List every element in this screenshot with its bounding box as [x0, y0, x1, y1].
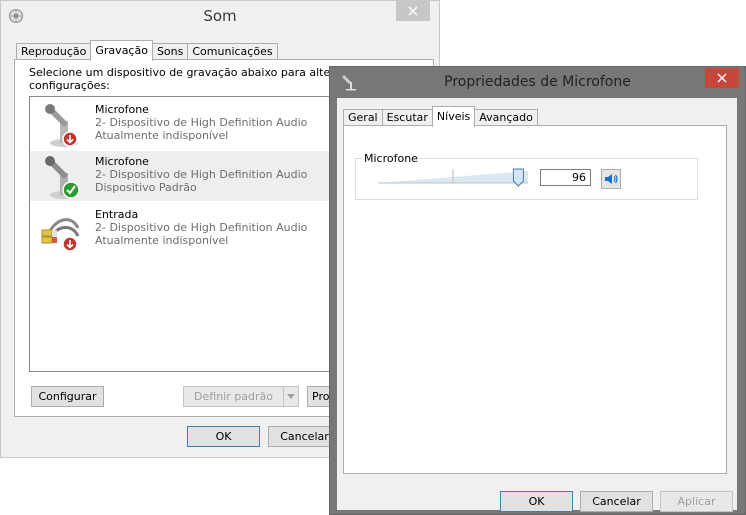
instruction-text: Selecione um dispositivo de gravação aba… — [29, 66, 355, 92]
microphone-icon — [38, 153, 86, 201]
properties-close-button[interactable] — [705, 68, 739, 88]
device-driver: 2- Dispositivo de High Definition Audio — [95, 168, 308, 181]
group-label: Microfone — [362, 152, 420, 165]
close-icon — [408, 6, 418, 16]
device-text: Microfone 2- Dispositivo de High Definit… — [95, 103, 307, 142]
line-in-jack-icon — [38, 206, 86, 254]
som-titlebar[interactable]: Som — [1, 1, 439, 31]
chevron-down-icon — [287, 394, 295, 399]
device-name: Entrada — [95, 208, 139, 221]
properties-client: Geral Escutar Níveis Avançado Microfone … — [337, 98, 737, 512]
som-title: Som — [203, 7, 237, 25]
som-ok-button[interactable]: OK — [187, 426, 260, 447]
device-text: Entrada 2- Dispositivo de High Definitio… — [95, 208, 307, 247]
microphone-icon — [38, 101, 86, 149]
level-slider[interactable] — [378, 165, 530, 191]
device-name: Microfone — [95, 155, 149, 168]
microphone-level-group: Microfone 96 — [355, 152, 698, 200]
configure-button[interactable]: Configurar — [31, 386, 104, 407]
properties-tabs: Geral Escutar Níveis Avançado — [343, 106, 538, 127]
speaker-icon — [605, 174, 618, 184]
close-icon — [717, 73, 727, 83]
set-default-dropdown[interactable] — [283, 386, 299, 407]
device-status: Atualmente indisponível — [95, 129, 229, 142]
tab-niveis[interactable]: Níveis — [431, 106, 476, 127]
properties-window: Propriedades de Microfone Geral Escutar … — [329, 66, 746, 515]
levels-panel: Microfone 96 — [343, 125, 727, 474]
instruction-line-1: Selecione um dispositivo de gravação aba… — [29, 66, 356, 79]
properties-ok-button[interactable]: OK — [500, 491, 573, 512]
instruction-line-2: configurações: — [29, 79, 110, 92]
device-name: Microfone — [95, 103, 149, 116]
mute-toggle-button[interactable] — [601, 169, 621, 189]
device-status: Dispositivo Padrão — [95, 181, 197, 194]
device-status: Atualmente indisponível — [95, 234, 229, 247]
level-value-input[interactable]: 96 — [540, 169, 591, 186]
device-driver: 2- Dispositivo de High Definition Audio — [95, 221, 308, 234]
set-default-button[interactable]: Definir padrão — [183, 386, 284, 407]
properties-title: Propriedades de Microfone — [444, 74, 631, 90]
som-close-button[interactable] — [396, 1, 430, 21]
device-driver: 2- Dispositivo de High Definition Audio — [95, 116, 308, 129]
tab-gravacao[interactable]: Gravação — [90, 40, 153, 61]
som-tabs: Reprodução Gravação Sons Comunicações — [16, 40, 278, 61]
properties-apply-button[interactable]: Aplicar — [660, 491, 733, 512]
properties-cancel-button[interactable]: Cancelar — [580, 491, 653, 512]
device-text: Microfone 2- Dispositivo de High Definit… — [95, 155, 307, 194]
